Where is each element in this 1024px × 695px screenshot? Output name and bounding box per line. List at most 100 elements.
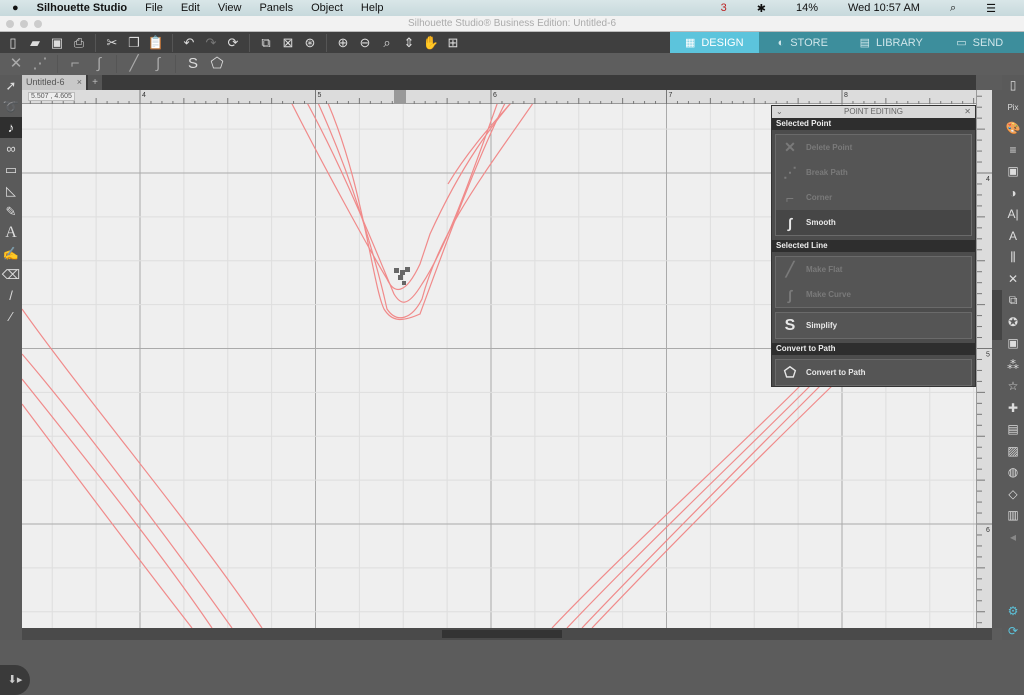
close-tab-icon[interactable]: × <box>77 75 82 90</box>
close-panel-icon[interactable]: ✕ <box>964 106 971 118</box>
corner-icon[interactable]: ⌐ <box>65 54 85 74</box>
select-icon[interactable]: ➚ <box>0 75 22 96</box>
warp-icon[interactable]: ◇ <box>1002 484 1024 506</box>
close-window-button[interactable] <box>6 20 14 28</box>
make-curve-button[interactable]: ∫Make Curve <box>776 282 971 307</box>
smooth-button[interactable]: ∫Smooth <box>776 210 971 235</box>
simplify-icon[interactable]: S <box>183 54 203 74</box>
redraw-icon[interactable]: ⟳ <box>224 34 242 52</box>
horizontal-scroll-thumb[interactable] <box>442 630 562 638</box>
notification-center-icon[interactable]: ☰ <box>986 2 996 15</box>
undo-icon[interactable]: ↶ <box>180 34 198 52</box>
text-style-icon[interactable]: A| <box>1002 204 1024 226</box>
transform-icon[interactable]: ✕ <box>1002 269 1024 291</box>
text-to-path-icon[interactable]: A <box>1002 226 1024 248</box>
minimize-button[interactable] <box>20 20 28 28</box>
horizontal-scrollbar[interactable] <box>22 628 992 640</box>
pencil-icon[interactable]: ✎ <box>0 201 22 222</box>
break-path-icon[interactable]: ⋰ <box>30 54 50 74</box>
eyedropper-icon[interactable]: ⁄ <box>0 306 22 327</box>
notification-count[interactable]: 3 <box>721 2 727 14</box>
zoom-button[interactable] <box>34 20 42 28</box>
draw-curve-icon[interactable]: ∞ <box>0 138 22 159</box>
simplify-button[interactable]: SSimplify <box>776 313 971 338</box>
ungroup-icon[interactable]: ⊠ <box>279 34 297 52</box>
sync-icon[interactable]: ⟳ <box>1002 621 1024 643</box>
convert-path-icon[interactable]: ⬠ <box>207 54 227 74</box>
settings-icon[interactable]: ⚙ <box>1002 601 1024 623</box>
fill-pattern-icon[interactable]: ▣ <box>1002 161 1024 183</box>
line-style-icon[interactable]: ≡ <box>1002 140 1024 162</box>
tab-library[interactable]: ▤LIBRARY <box>847 32 936 53</box>
vertical-scroll-thumb[interactable] <box>992 290 1002 340</box>
menu-view[interactable]: View <box>218 2 242 14</box>
save-icon[interactable]: ▣ <box>48 34 66 52</box>
sketch-icon[interactable]: ✍ <box>0 243 22 264</box>
layers-icon[interactable]: ▤ <box>1002 419 1024 441</box>
zoom-in-icon[interactable]: ⊕ <box>334 34 352 52</box>
fill-color-icon[interactable]: 🎨 <box>1002 118 1024 140</box>
bluetooth-icon[interactable]: ✱ <box>757 2 766 15</box>
pixscan-icon[interactable]: Pix <box>1002 97 1024 119</box>
delete-point-button[interactable]: ✕Delete Point <box>776 135 971 160</box>
collapse-icon[interactable]: ◂ <box>1002 527 1024 549</box>
rectangle-icon[interactable]: ▭ <box>0 159 22 180</box>
copy-icon[interactable]: ❐ <box>125 34 143 52</box>
collapse-panel-icon[interactable]: ⌄ <box>776 106 783 118</box>
eraser-icon[interactable]: ⌫ <box>0 264 22 285</box>
tab-send[interactable]: ▭SEND <box>936 32 1024 53</box>
apple-icon[interactable]: ● <box>12 2 19 14</box>
break-path-button[interactable]: ⋰Break Path <box>776 160 971 185</box>
new-icon[interactable]: ▯ <box>4 34 22 52</box>
knife-icon[interactable]: / <box>0 285 22 306</box>
puzzle-icon[interactable]: ✚ <box>1002 398 1024 420</box>
page-setup-icon[interactable]: ▯ <box>1002 75 1024 97</box>
trace-icon[interactable]: ⁂ <box>1002 355 1024 377</box>
make-flat-button[interactable]: ╱Make Flat <box>776 257 971 282</box>
menu-object[interactable]: Object <box>311 2 343 14</box>
polygon-icon[interactable]: ◺ <box>0 180 22 201</box>
paste-icon[interactable]: 📋 <box>147 34 165 52</box>
menu-edit[interactable]: Edit <box>181 2 200 14</box>
lasso-icon[interactable]: ➰ <box>0 96 22 117</box>
corner-button[interactable]: ⌐Corner <box>776 185 971 210</box>
tab-design[interactable]: ▦DESIGN <box>670 32 759 53</box>
map-icon[interactable]: ▥ <box>1002 505 1024 527</box>
make-curve-icon[interactable]: ∫ <box>148 54 168 74</box>
smooth-icon[interactable]: ∫ <box>89 54 109 74</box>
zoom-out-icon[interactable]: ⊖ <box>356 34 374 52</box>
compound-icon[interactable]: ⊛ <box>301 34 319 52</box>
pan-icon[interactable]: ✋ <box>422 34 440 52</box>
align-icon[interactable]: ⫼ <box>1002 247 1024 269</box>
menu-help[interactable]: Help <box>361 2 384 14</box>
cut-icon[interactable]: ✂ <box>103 34 121 52</box>
group-icon[interactable]: ⧉ <box>257 34 275 52</box>
clock[interactable]: Wed 10:57 AM <box>848 2 920 14</box>
doc-tab-untitled-6[interactable]: Untitled-6× <box>22 75 86 90</box>
point-edit-icon[interactable]: ♪ <box>0 117 22 138</box>
make-flat-icon[interactable]: ╱ <box>124 54 144 74</box>
convert-to-path-button[interactable]: ⬠Convert to Path <box>776 360 971 385</box>
tab-store[interactable]: ◐STORE <box>759 32 848 53</box>
menu-panels[interactable]: Panels <box>259 2 293 14</box>
app-menu[interactable]: Silhouette Studio <box>37 2 127 14</box>
add-tab-button[interactable]: + <box>88 75 102 90</box>
redo-icon[interactable]: ↷ <box>202 34 220 52</box>
fit-page-icon[interactable]: ⇕ <box>400 34 418 52</box>
sketch-effect-icon[interactable]: ☆ <box>1002 376 1024 398</box>
replicate-icon[interactable]: ⧉ <box>1002 290 1024 312</box>
nesting-icon[interactable]: ◍ <box>1002 462 1024 484</box>
fit-window-icon[interactable]: ⊞ <box>444 34 462 52</box>
print-icon[interactable]: ⎙ <box>70 34 88 52</box>
text-icon[interactable]: A <box>0 222 22 243</box>
battery-percent[interactable]: 14% <box>796 2 818 14</box>
vertical-scrollbar[interactable] <box>992 90 1002 628</box>
zoom-select-icon[interactable]: ⌕ <box>378 34 396 52</box>
menu-file[interactable]: File <box>145 2 163 14</box>
open-icon[interactable]: ▰ <box>26 34 44 52</box>
spotlight-icon[interactable]: ⌕ <box>950 2 956 15</box>
transparency-icon[interactable]: ◑ <box>1002 183 1024 205</box>
modify-icon[interactable]: ✪ <box>1002 312 1024 334</box>
hatch-icon[interactable]: ▨ <box>1002 441 1024 463</box>
delete-point-icon[interactable]: ✕ <box>6 54 26 74</box>
